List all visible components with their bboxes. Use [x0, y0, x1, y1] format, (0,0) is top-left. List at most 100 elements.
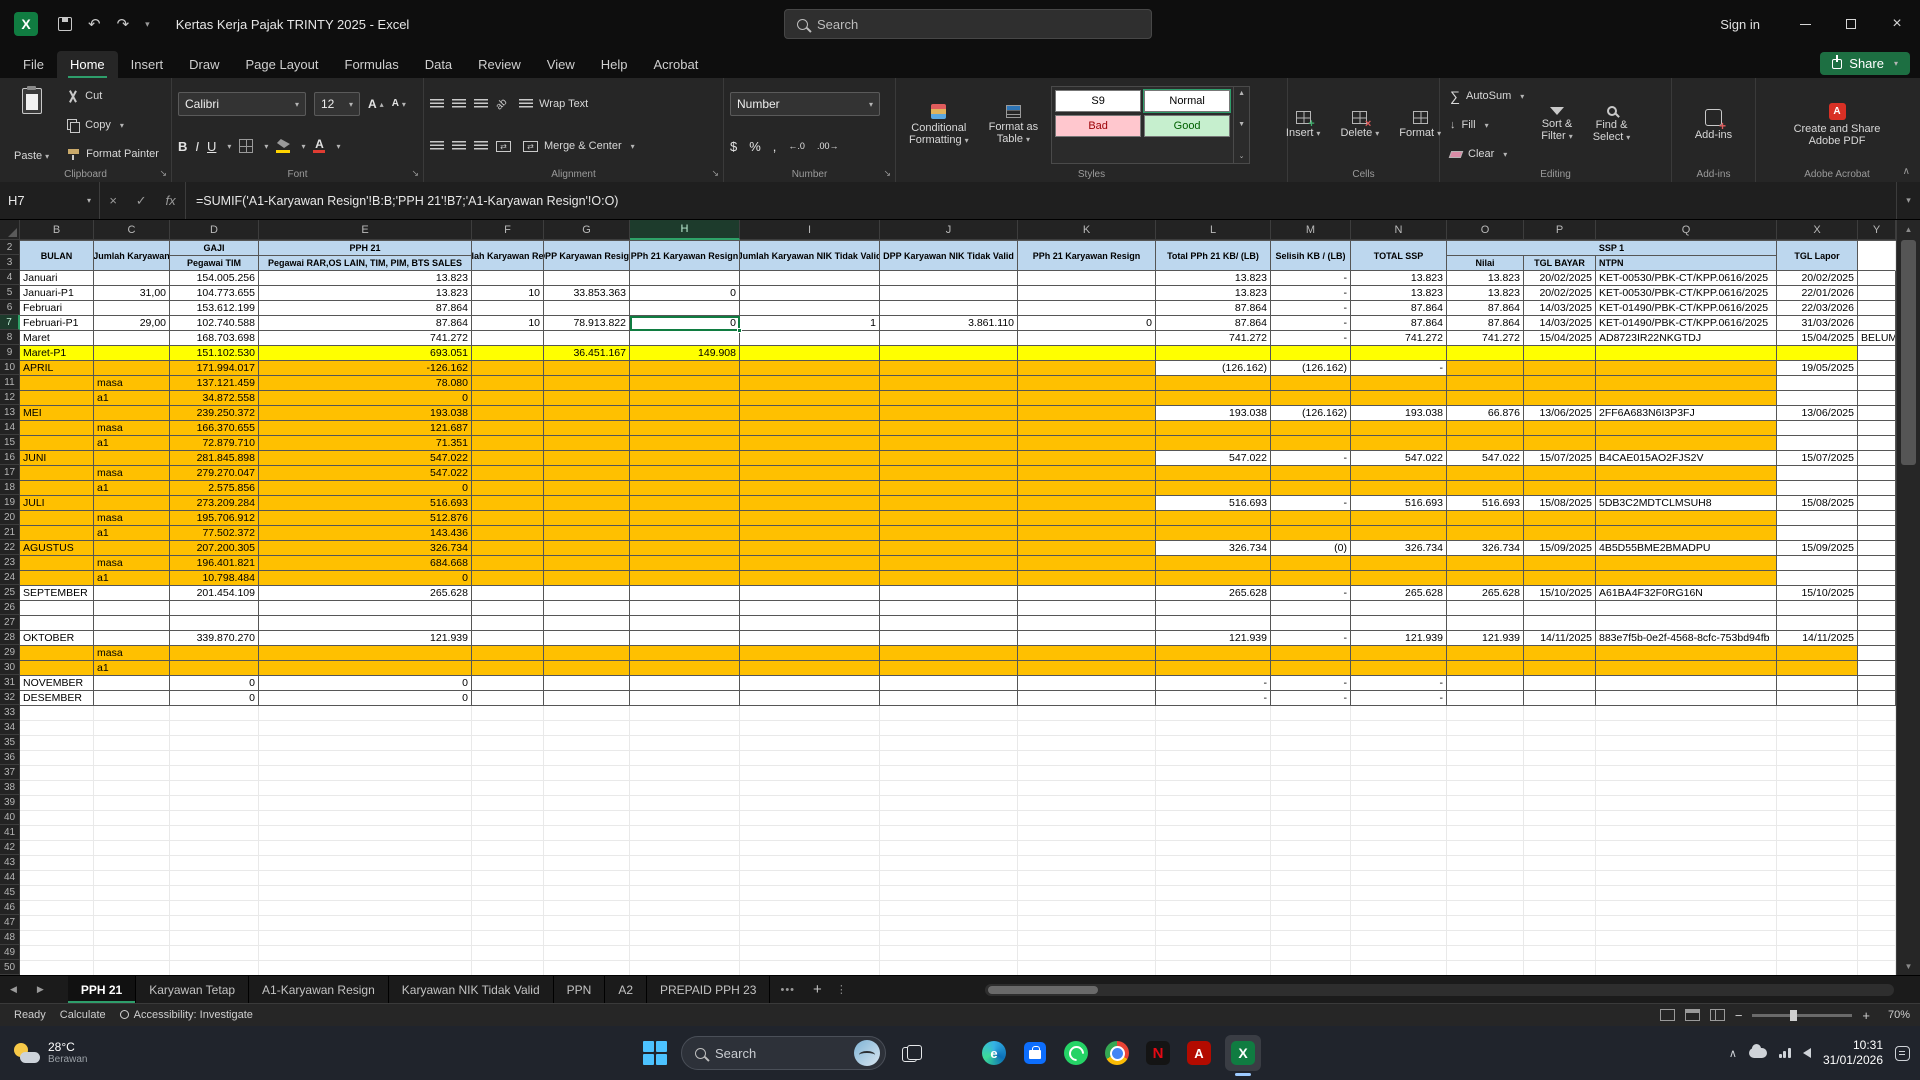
cell-X11[interactable]	[1777, 376, 1858, 391]
cell-G14[interactable]	[544, 421, 630, 436]
cell-O44[interactable]	[1447, 871, 1524, 886]
cell-E32[interactable]: 0	[259, 691, 472, 706]
cell-Y50[interactable]	[1858, 961, 1896, 976]
cell-F36[interactable]	[472, 751, 544, 766]
cell-style-s9[interactable]: S9	[1055, 90, 1142, 112]
cell-C23[interactable]: masa	[94, 556, 170, 571]
cell-D36[interactable]	[170, 751, 259, 766]
maximize-button[interactable]	[1828, 0, 1874, 48]
cell-G44[interactable]	[544, 871, 630, 886]
cell-J9[interactable]	[880, 346, 1018, 361]
clipboard-dialog-launcher[interactable]: ↘	[159, 168, 167, 179]
cell-C38[interactable]	[94, 781, 170, 796]
clock[interactable]: 10:31 31/01/2026	[1823, 1038, 1883, 1068]
cell-F10[interactable]	[472, 361, 544, 376]
cell-M26[interactable]	[1271, 601, 1351, 616]
cell-F13[interactable]	[472, 406, 544, 421]
cell-J36[interactable]	[880, 751, 1018, 766]
cell-X33[interactable]	[1777, 706, 1858, 721]
cell-D10[interactable]: 171.994.017	[170, 361, 259, 376]
cell-I28[interactable]	[740, 631, 880, 646]
search-box[interactable]: Search	[784, 9, 1152, 39]
cell-L40[interactable]	[1156, 811, 1271, 826]
zoom-in-icon[interactable]: +	[1862, 1008, 1870, 1023]
cell-J13[interactable]	[880, 406, 1018, 421]
cell-C31[interactable]	[94, 676, 170, 691]
row-header-20[interactable]: 20	[0, 510, 20, 525]
underline-button[interactable]: U	[207, 139, 216, 154]
cell-N36[interactable]	[1351, 751, 1447, 766]
cell-X12[interactable]	[1777, 391, 1858, 406]
cell-B30[interactable]	[20, 661, 94, 676]
cell-L15[interactable]	[1156, 436, 1271, 451]
cell-K16[interactable]	[1018, 451, 1156, 466]
cell-H31[interactable]	[630, 676, 740, 691]
cell-C16[interactable]	[94, 451, 170, 466]
cell-P41[interactable]	[1524, 826, 1596, 841]
row-header-50[interactable]: 50	[0, 960, 20, 975]
cell-I48[interactable]	[740, 931, 880, 946]
row-header-49[interactable]: 49	[0, 945, 20, 960]
font-dialog-launcher[interactable]: ↘	[411, 168, 419, 179]
column-header-Y[interactable]: Y	[1858, 220, 1896, 240]
cell-Y30[interactable]	[1858, 661, 1896, 676]
cell-G16[interactable]	[544, 451, 630, 466]
cell-B13[interactable]: MEI	[20, 406, 94, 421]
cell-I16[interactable]	[740, 451, 880, 466]
row-header-27[interactable]: 27	[0, 615, 20, 630]
cell-L24[interactable]	[1156, 571, 1271, 586]
vertical-scrollbar-thumb[interactable]	[1901, 240, 1916, 465]
sheet-tab-karyawan-tetap[interactable]: Karyawan Tetap	[136, 976, 250, 1003]
cell-C35[interactable]	[94, 736, 170, 751]
row-header-32[interactable]: 32	[0, 690, 20, 705]
cell-X47[interactable]	[1777, 916, 1858, 931]
cell-D46[interactable]	[170, 901, 259, 916]
cell-P24[interactable]	[1524, 571, 1596, 586]
create-share-adobe-pdf-button[interactable]: A Create and Share Adobe PDF	[1787, 83, 1888, 167]
cell-B41[interactable]	[20, 826, 94, 841]
cell-F6[interactable]	[472, 301, 544, 316]
cell-I11[interactable]	[740, 376, 880, 391]
cell-C5[interactable]: 31,00	[94, 286, 170, 301]
cell-O20[interactable]	[1447, 511, 1524, 526]
cell-F33[interactable]	[472, 706, 544, 721]
cell-P37[interactable]	[1524, 766, 1596, 781]
cell-I10[interactable]	[740, 361, 880, 376]
cell-P6[interactable]: 14/03/2025	[1524, 301, 1596, 316]
cell-H33[interactable]	[630, 706, 740, 721]
cell-X31[interactable]	[1777, 676, 1858, 691]
cell-B26[interactable]	[20, 601, 94, 616]
cell-O28[interactable]: 121.939	[1447, 631, 1524, 646]
font-color-button[interactable]: A	[313, 138, 326, 153]
cell-Y26[interactable]	[1858, 601, 1896, 616]
cell-E22[interactable]: 326.734	[259, 541, 472, 556]
cell-I9[interactable]	[740, 346, 880, 361]
cell-Q23[interactable]	[1596, 556, 1777, 571]
menu-tab-review[interactable]: Review	[465, 51, 534, 78]
cell-I43[interactable]	[740, 856, 880, 871]
cell-G33[interactable]	[544, 706, 630, 721]
cell-C17[interactable]: masa	[94, 466, 170, 481]
number-format-select[interactable]: Number ▾	[730, 92, 880, 116]
header-selisih-kb-lb[interactable]: Selisih KB / (LB)	[1271, 241, 1351, 271]
cell-F7[interactable]: 10	[472, 316, 544, 331]
cell-P50[interactable]	[1524, 961, 1596, 976]
cell-P13[interactable]: 13/06/2025	[1524, 406, 1596, 421]
cell-G12[interactable]	[544, 391, 630, 406]
cell-H4[interactable]	[630, 271, 740, 286]
cell-G41[interactable]	[544, 826, 630, 841]
cell-G22[interactable]	[544, 541, 630, 556]
cell-N10[interactable]: -	[1351, 361, 1447, 376]
cell-P48[interactable]	[1524, 931, 1596, 946]
collapse-ribbon-icon[interactable]: ∧	[1903, 166, 1910, 177]
cell-O34[interactable]	[1447, 721, 1524, 736]
cell-J45[interactable]	[880, 886, 1018, 901]
cell-L23[interactable]	[1156, 556, 1271, 571]
cell-K15[interactable]	[1018, 436, 1156, 451]
column-header-F[interactable]: F	[472, 220, 544, 240]
cell-H40[interactable]	[630, 811, 740, 826]
undo-icon[interactable]: ↶	[88, 15, 101, 33]
cell-X21[interactable]	[1777, 526, 1858, 541]
cell-D47[interactable]	[170, 916, 259, 931]
column-header-E[interactable]: E	[259, 220, 472, 240]
